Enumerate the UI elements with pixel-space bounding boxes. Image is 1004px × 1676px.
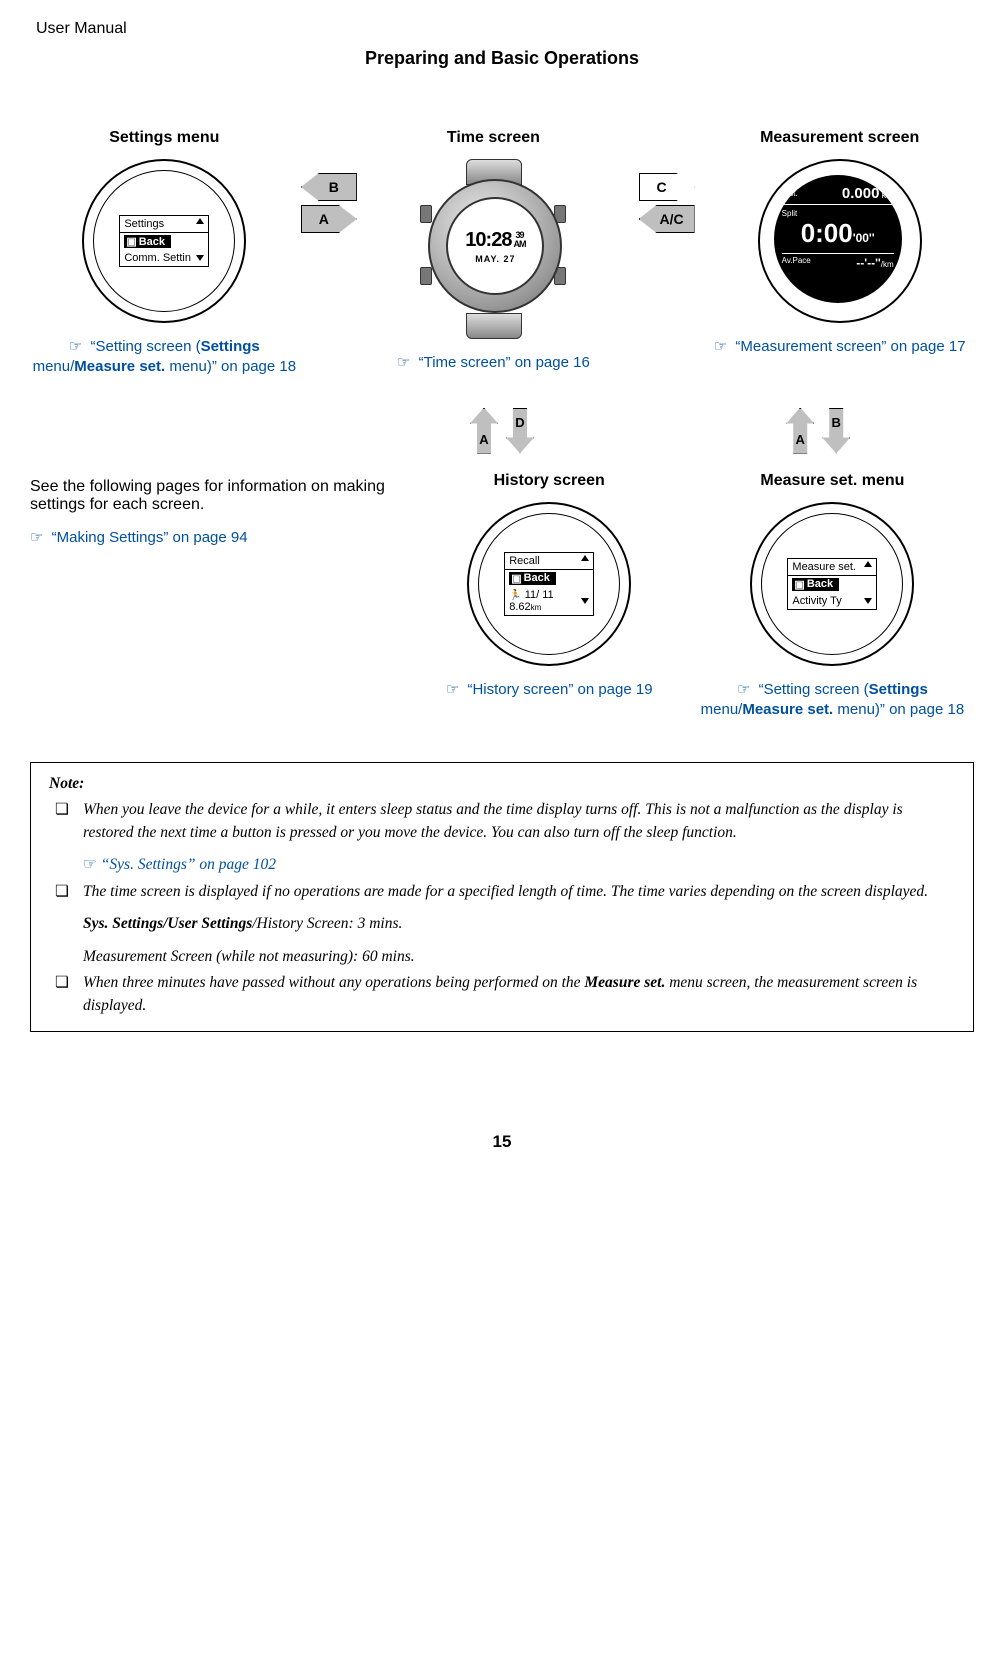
pointing-hand-icon: ☞ [69,338,82,355]
measurement-screen-block: Measurement screen Dist. 0.000 km Split … [705,129,974,357]
lcd-recall-unit: km [531,603,542,612]
pointing-hand-icon: ☞ [83,856,97,873]
arrow-group-time-history: A D [346,408,658,454]
navigation-row-bottom: See the following pages for information … [30,472,974,721]
nav-arrow-A: A [301,205,357,233]
dist-label: Dist. [782,189,798,198]
triangle-up-icon [196,218,204,224]
nav-arrow-A-up: A [470,408,498,454]
history-screen-label: History screen [408,472,691,490]
pointing-hand-icon: ☞ [397,354,410,371]
navigation-row-vertical: A D A B [30,408,974,454]
pointing-hand-icon: ☞ [30,529,43,546]
ref-history-screen[interactable]: ☞ “History screen” on page 19 [408,680,691,700]
ref-time-screen[interactable]: ☞ “Time screen” on page 16 [359,353,628,373]
watch-illustration: 10:28 39 AM MAY. 27 [418,159,568,339]
note-item-1: When you leave the device for a while, i… [49,799,955,876]
measure-set-block: Measure set. menu Measure set. ▣Back Act… [691,472,974,721]
triangle-down-icon [864,598,872,604]
pointing-hand-icon: ☞ [714,338,727,355]
settings-menu-block: Settings menu Settings ▣Back Comm. Setti… [30,129,299,378]
watch-ampm: AM [513,240,525,249]
triangle-up-icon [864,561,872,567]
measure-set-label: Measure set. menu [691,472,974,490]
avpace-label: Av.Pace [782,256,811,270]
nav-arrow-D-down: D [506,408,534,454]
section-title: Preparing and Basic Operations [30,48,974,69]
lcd-settings-title: Settings [124,218,164,230]
document-title: User Manual [36,20,974,38]
history-screen-illustration: Recall ▣Back 🏃 11/ 11 8.62km [467,502,631,666]
ref-sys-settings[interactable]: “Sys. Settings” on page 102 [101,856,276,873]
arrow-group-settings-time: B A [299,173,359,233]
split-label: Split [782,209,894,218]
nav-arrow-A-up-2: A [786,408,814,454]
time-screen-block: Time screen 10:28 39 AM MAY. 27 [359,129,628,373]
measurement-screen-label: Measurement screen [705,129,974,147]
page-number: 15 [30,1132,974,1152]
nav-arrow-C: C [639,173,695,201]
watch-time-main: 10:28 [465,229,511,252]
measure-set-illustration: Measure set. ▣Back Activity Ty [750,502,914,666]
pointing-hand-icon: ☞ [737,681,750,698]
nav-arrow-B-down: B [822,408,850,454]
watch-date: MAY. 27 [475,254,515,264]
history-screen-block: History screen Recall ▣Back 🏃 11/ 11 8.6… [408,472,691,721]
note-item-3: When three minutes have passed without a… [49,972,955,1017]
left-instructions: See the following pages for information … [30,472,408,721]
navigation-row-top: Settings menu Settings ▣Back Comm. Setti… [30,129,974,378]
note-title: Note: [49,773,955,795]
pace-value: --'--'' [856,256,881,270]
dist-unit: km [882,190,894,200]
runner-icon: 🏃 [509,590,521,601]
pace-unit: /km [881,260,894,269]
dist-value: 0.000 [842,185,880,202]
ref-making-settings[interactable]: ☞ “Making Settings” on page 94 [30,528,408,548]
time-secs: '00'' [853,231,875,245]
triangle-down-icon [581,598,589,604]
lcd-back-row: ▣Back [792,578,839,591]
note-item-2: The time screen is displayed if no opera… [49,881,955,968]
nav-arrow-AC: A/C [639,205,695,233]
time-value: 0:00 [801,218,853,248]
settings-screen-illustration: Settings ▣Back Comm. Settin [82,159,246,323]
ref-measurement-screen[interactable]: ☞ “Measurement screen” on page 17 [705,337,974,357]
lcd-back-row: ▣Back [124,235,171,248]
lcd-back-row: ▣Back [509,572,556,585]
ref-setting-screen-2[interactable]: ☞ “Setting screen (Settings menu/Measure… [691,680,974,721]
lcd-settings-row2: Comm. Settin [124,252,191,264]
see-following-text: See the following pages for information … [30,478,408,514]
arrow-group-time-measurement: C A/C [628,173,706,233]
arrow-group-measurement-measureset: A B [662,408,974,454]
time-screen-label: Time screen [359,129,628,147]
triangle-up-icon [581,555,589,561]
settings-menu-label: Settings menu [30,129,299,147]
triangle-down-icon [196,255,204,261]
lcd-recall-title: Recall [509,555,540,567]
measurement-screen-illustration: Dist. 0.000 km Split 0:00'00'' Av.Pace -… [758,159,922,323]
lcd-measure-title: Measure set. [792,561,856,573]
pointing-hand-icon: ☞ [446,681,459,698]
lcd-measure-row2: Activity Ty [792,595,841,607]
ref-setting-screen[interactable]: ☞ “Setting screen (Settings menu/Measure… [30,337,299,378]
note-box: Note: When you leave the device for a wh… [30,762,974,1032]
nav-arrow-B: B [301,173,357,201]
